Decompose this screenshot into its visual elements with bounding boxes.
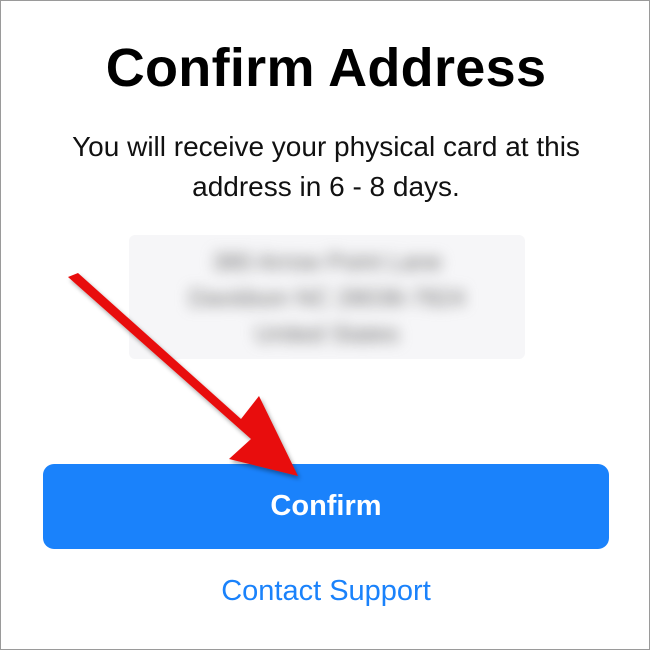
address-line-street: 380 Arrow Point Lane — [212, 249, 442, 276]
page-title: Confirm Address — [105, 38, 547, 98]
confirm-button[interactable]: Confirm — [43, 464, 609, 549]
confirm-address-screen: Confirm Address You will receive your ph… — [0, 0, 650, 650]
address-line-country: United States — [254, 321, 400, 348]
address-line-city: Davidson NC 28036-7824 — [188, 285, 466, 312]
address-block: 380 Arrow Point Lane Davidson NC 28036-7… — [129, 235, 525, 359]
contact-support-link[interactable]: Contact Support — [1, 575, 649, 608]
confirm-button-label: Confirm — [270, 490, 382, 522]
address-lines: 380 Arrow Point Lane Davidson NC 28036-7… — [129, 245, 525, 353]
page-subtitle: You will receive your physical card at t… — [72, 131, 580, 202]
